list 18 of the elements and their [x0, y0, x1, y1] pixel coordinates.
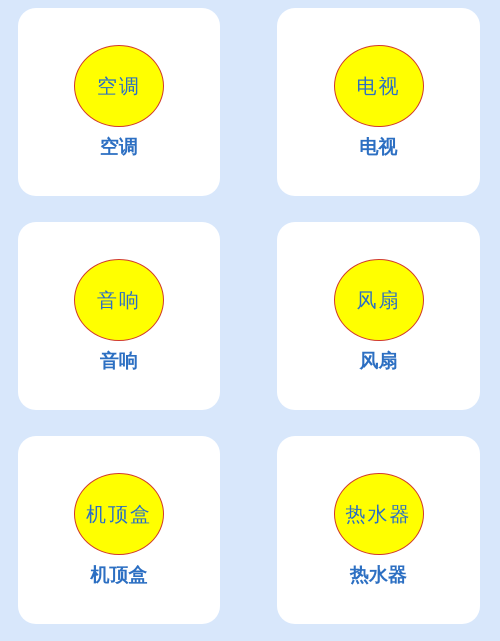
device-card[interactable]: 空调 空调 [18, 8, 220, 196]
device-label: 热水器 [350, 563, 407, 588]
device-badge: 空调 [74, 45, 164, 127]
device-label: 音响 [100, 349, 138, 374]
device-badge: 机顶盒 [74, 473, 164, 555]
device-card[interactable]: 机顶盒 机顶盒 [18, 436, 220, 624]
device-card[interactable]: 电视 电视 [277, 8, 480, 196]
device-card[interactable]: 音响 音响 [18, 222, 220, 410]
device-badge: 音响 [74, 259, 164, 341]
device-label: 空调 [100, 135, 138, 160]
device-label: 机顶盒 [90, 563, 148, 588]
device-card[interactable]: 热水器 热水器 [277, 436, 480, 624]
device-badge: 电视 [334, 45, 424, 127]
device-card[interactable]: 风扇 风扇 [277, 222, 480, 410]
device-label: 风扇 [360, 349, 398, 374]
device-badge: 热水器 [334, 473, 424, 555]
device-label: 电视 [360, 135, 398, 160]
device-badge: 风扇 [334, 259, 424, 341]
